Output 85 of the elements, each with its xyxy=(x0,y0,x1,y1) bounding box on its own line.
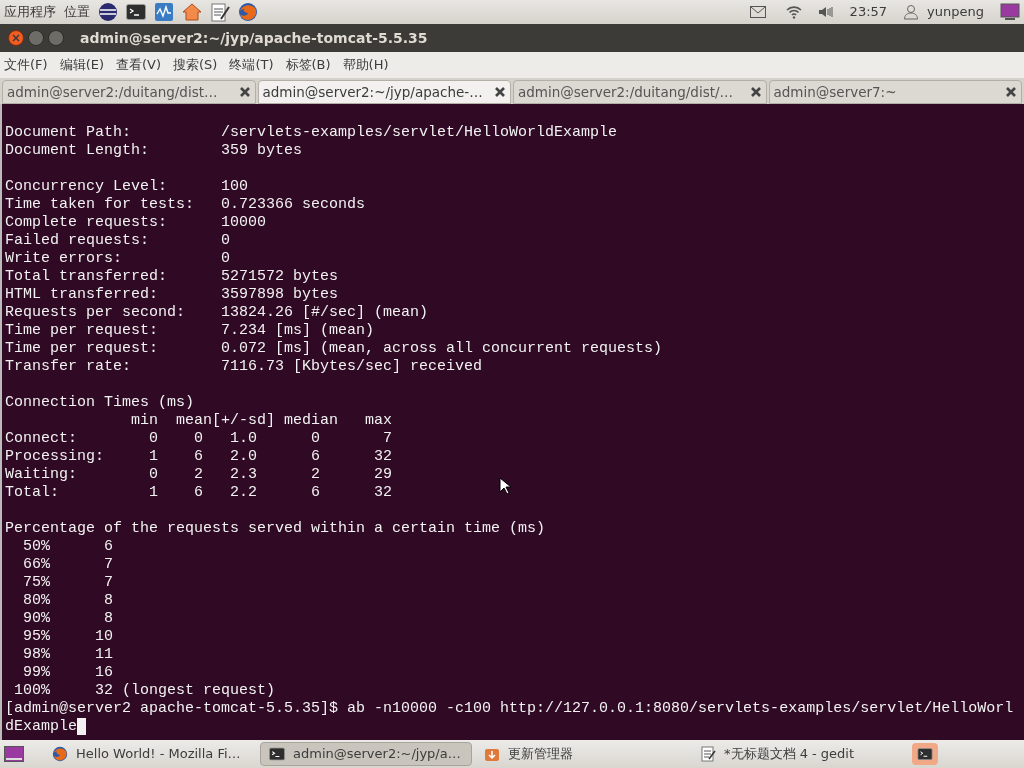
terminal-icon[interactable] xyxy=(126,4,146,20)
terminal-line: Processing: 1 6 2.0 6 32 xyxy=(5,448,393,466)
taskbar-label: admin@server2:~/jyp/a… xyxy=(293,745,461,764)
taskbar-item[interactable]: *无标题文档 4 - gedit xyxy=(692,742,904,766)
close-icon xyxy=(12,34,20,42)
workspace-icon[interactable] xyxy=(917,748,933,760)
tab-label: admin@server2:~/jyp/apache-… xyxy=(262,82,484,102)
menu-item[interactable]: 编辑(E) xyxy=(59,55,104,75)
taskbar-label: Hello World! - Mozilla Fi… xyxy=(76,745,241,764)
terminal-line: Document Path: /servlets-examples/servlet/HelloWorldExample xyxy=(5,124,618,142)
notepad-icon xyxy=(700,746,716,762)
home-icon[interactable] xyxy=(182,2,202,22)
terminal-line: 100% 32 (longest request) xyxy=(13,682,276,700)
terminal-tab[interactable]: admin@server7:~ xyxy=(768,80,1022,104)
terminal-line: 50% 6 xyxy=(22,538,114,556)
globe-icon[interactable] xyxy=(238,2,258,22)
terminal-line: Waiting: 0 2 2.3 2 29 xyxy=(5,466,393,484)
terminal-line: 90% 8 xyxy=(22,610,114,628)
tab-label: admin@server2:/duitang/dist… xyxy=(7,82,219,102)
terminal-line: 66% 7 xyxy=(22,556,114,574)
menu-item[interactable]: 查看(V) xyxy=(116,55,162,75)
window-title: admin@server2:~/jyp/apache-tomcat-5.5.35 xyxy=(80,28,428,48)
terminal-line: Complete requests: 10000 xyxy=(5,214,267,232)
terminal-line: Concurrency Level: 100 xyxy=(5,178,249,196)
terminal-icon[interactable] xyxy=(269,746,285,762)
terminal-tab[interactable]: admin@server2:/duitang/dist… xyxy=(2,80,256,104)
taskbar-label: 更新管理器 xyxy=(508,745,573,764)
terminal-line: Requests per second: 13824.26 [#/sec] (mean) xyxy=(5,304,429,322)
close-icon[interactable] xyxy=(238,86,251,98)
terminal-line: Total: 1 6 2.2 6 32 xyxy=(5,484,393,502)
terminal-line: 80% 8 xyxy=(22,592,114,610)
monitor-icon[interactable] xyxy=(154,2,174,22)
terminal-line: Transfer rate: 7116.73 [Kbytes/sec] received xyxy=(5,358,483,376)
terminal-line: Percentage of the requests served within a certain time (ms) xyxy=(5,520,546,538)
terminal-line: Failed requests: 0 xyxy=(5,232,231,250)
maximize-button[interactable] xyxy=(48,30,64,46)
panel-menu[interactable]: 位置 xyxy=(64,2,90,22)
user-name[interactable]: yunpeng xyxy=(927,2,984,22)
terminal-tab[interactable]: admin@server2:~/jyp/apache-… xyxy=(257,80,511,104)
terminal-line: min mean[+/-sd] median max xyxy=(130,412,393,430)
terminal-line: Time taken for tests: 0.723366 seconds xyxy=(5,196,366,214)
terminal-line: Time per request: 0.072 [ms] (mean, across all concurrent requests) xyxy=(5,340,663,358)
tab-label: admin@server7:~ xyxy=(773,82,898,102)
user-icon[interactable] xyxy=(903,4,920,20)
terminal-line: HTML transferred: 3597898 bytes xyxy=(5,286,339,304)
terminal-line: dExample xyxy=(5,718,77,736)
terminal-line: Write errors: 0 xyxy=(5,250,231,268)
tab-label: admin@server2:/duitang/dist/… xyxy=(518,82,735,102)
terminal-line: Total transferred: 5271572 bytes xyxy=(5,268,339,286)
power-icon[interactable] xyxy=(1000,2,1020,22)
box-icon xyxy=(484,746,500,762)
globe-icon[interactable] xyxy=(52,746,68,762)
terminal-line: Time per request: 7.234 [ms] (mean) xyxy=(5,322,375,340)
menu-item[interactable]: 文件(F) xyxy=(4,55,48,75)
close-icon[interactable] xyxy=(494,86,506,98)
terminal-line: [admin@server2 apache-tomcat-5.5.35]$ ab -n10000 -c100 http://127.0.0.1:8080/servlets-examples/servlet/HelloWorl xyxy=(5,700,1014,718)
menu-item[interactable]: 终端(T) xyxy=(229,55,274,75)
taskbar-item[interactable]: admin@server2:~/jyp/a… xyxy=(260,742,472,766)
speaker-icon[interactable] xyxy=(817,4,834,20)
taskbar-item[interactable]: 更新管理器 xyxy=(476,742,688,766)
menu-item[interactable]: 搜索(S) xyxy=(173,55,218,75)
terminal-line: Connection Times (ms) xyxy=(5,394,195,412)
terminal-line: 75% 7 xyxy=(22,574,114,592)
terminal-line: 95% 10 xyxy=(22,628,114,646)
taskbar-item[interactable]: Hello World! - Mozilla Fi… xyxy=(44,742,256,766)
terminal-tab[interactable]: admin@server2:/duitang/dist/… xyxy=(513,80,767,104)
close-icon[interactable] xyxy=(1005,86,1017,98)
sphere-icon[interactable] xyxy=(98,2,118,22)
clock[interactable]: 23:57 xyxy=(849,2,888,22)
terminal-line: Document Length: 359 bytes xyxy=(5,142,303,160)
wifi-icon[interactable] xyxy=(785,4,802,20)
menu-item[interactable]: 帮助(H) xyxy=(342,55,389,75)
minimize-button[interactable] xyxy=(28,30,44,46)
close-icon[interactable] xyxy=(749,86,762,98)
menu-item[interactable]: 标签(B) xyxy=(285,55,331,75)
mouse-pointer-icon xyxy=(499,477,511,495)
terminal-line: 99% 16 xyxy=(22,664,114,682)
notepad-icon[interactable] xyxy=(210,2,230,22)
taskbar-label: *无标题文档 4 - gedit xyxy=(724,745,855,764)
terminal-line: Connect: 0 0 1.0 0 7 xyxy=(5,430,393,448)
terminal-line: 98% 11 xyxy=(22,646,114,664)
envelope-icon[interactable] xyxy=(749,6,766,18)
panel-menu[interactable]: 应用程序 xyxy=(4,2,56,22)
desktop-icon[interactable] xyxy=(4,746,24,762)
close-button[interactable] xyxy=(8,30,24,46)
